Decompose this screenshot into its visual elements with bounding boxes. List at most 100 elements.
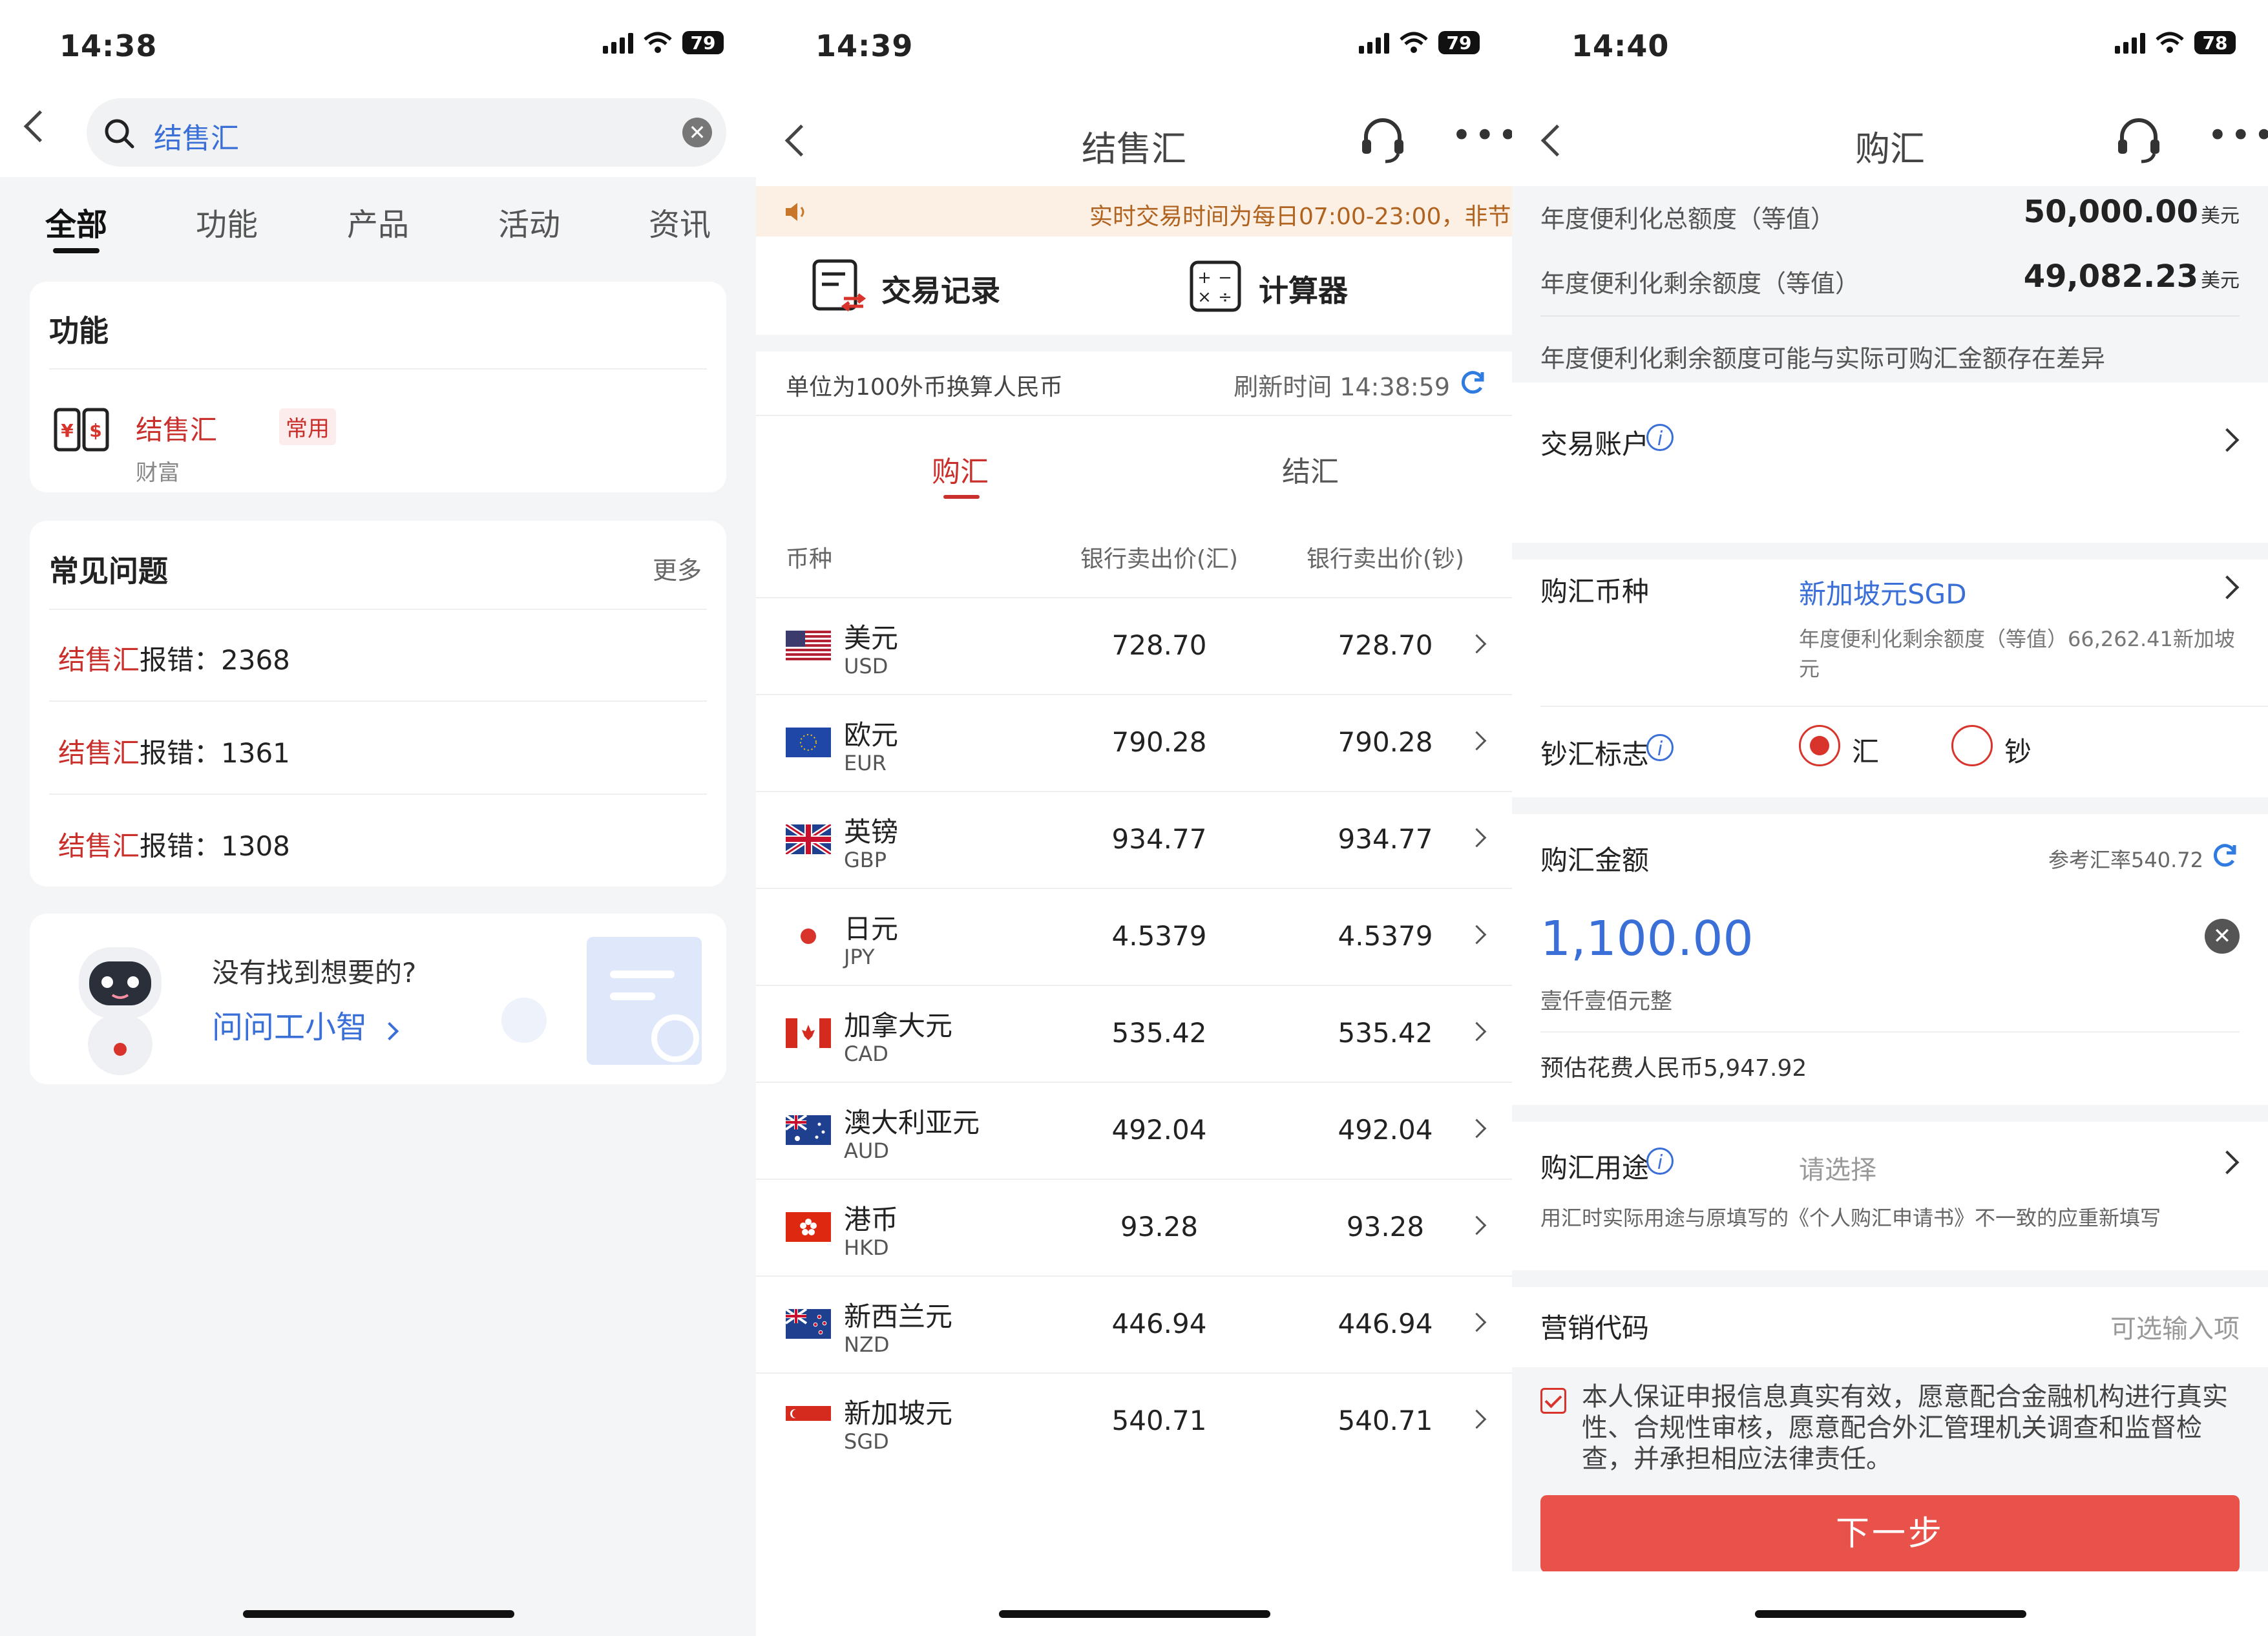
bottom-bar <box>1512 1571 2268 1636</box>
currency-label: 购汇币种 <box>1540 576 1650 607</box>
search-input[interactable]: 结售汇 <box>154 115 239 156</box>
cash-sell-rate: 446.94 <box>1338 1308 1433 1339</box>
signal-icon <box>2115 32 2145 54</box>
amount-input[interactable]: 1,100.00 <box>1540 911 1754 967</box>
divider <box>756 791 1512 792</box>
purpose-row[interactable]: 购汇用途 i 请选择 用汇时实际用途与原填写的《个人购汇申请书》不一致的应重新填… <box>1512 1122 2268 1270</box>
currency-code: EUR <box>844 751 887 775</box>
info-icon[interactable]: i <box>1646 424 1674 451</box>
home-indicator <box>1755 1610 2026 1618</box>
customer-service-icon[interactable] <box>1357 114 1409 165</box>
info-icon[interactable]: i <box>1646 1148 1674 1175</box>
back-button[interactable] <box>23 110 56 143</box>
radio-cash[interactable]: 钞 <box>1951 725 2081 770</box>
decor-bubble <box>501 998 547 1043</box>
clear-amount-icon[interactable]: ✕ <box>2205 919 2240 954</box>
cash-sell-rate: 93.28 <box>1346 1211 1425 1243</box>
calculator-button[interactable]: + − × ÷ 计算器 <box>1188 253 1420 318</box>
records-label: 交易记录 <box>881 273 1000 308</box>
currency-row[interactable]: 购汇币种 新加坡元SGD 年度便利化剩余额度（等值）66,262.41新加坡元 <box>1512 560 2268 706</box>
notice-bar: 实时交易时间为每日07:00-23:00，非节 <box>756 186 1512 236</box>
tab-products[interactable]: 产品 <box>347 199 409 244</box>
aud-flag-icon <box>784 1114 831 1148</box>
search-icon <box>105 119 134 149</box>
purpose-label: 购汇用途 <box>1540 1152 1650 1184</box>
assistant-card[interactable]: 没有找到想要的? 问问工小智 <box>30 914 726 1084</box>
home-indicator <box>999 1610 1270 1618</box>
unit-note: 单位为100外币换算人民币 <box>786 374 1063 401</box>
tab-sell-fx[interactable]: 结汇 <box>1282 448 1339 490</box>
section-gap <box>1512 543 2268 560</box>
svg-text:−: − <box>1218 268 1232 288</box>
rate-row-aud[interactable]: 澳大利亚元 AUD 492.04 492.04 <box>756 1082 1512 1179</box>
faq-title: 常见问题 <box>49 554 168 589</box>
status-time: 14:39 <box>815 28 914 63</box>
tab-news[interactable]: 资讯 <box>649 199 711 244</box>
amount-label: 购汇金额 <box>1540 844 1650 876</box>
rate-row-eur[interactable]: 欧元 EUR 790.28 790.28 <box>756 694 1512 791</box>
info-icon[interactable]: i <box>1646 734 1674 761</box>
divider <box>756 694 1512 695</box>
rate-row-nzd[interactable]: 新西兰元 NZD 446.94 446.94 <box>756 1275 1512 1372</box>
tab-all[interactable]: 全部 <box>45 199 107 244</box>
gbp-flag-icon <box>784 822 833 857</box>
faq-item[interactable]: 结售汇报错：1308 <box>58 824 290 864</box>
customer-service-icon[interactable] <box>2113 114 2165 165</box>
section-gap <box>1512 797 2268 814</box>
assistant-link[interactable]: 问问工小智 <box>212 1002 399 1047</box>
fx-sell-rate: 790.28 <box>1111 726 1207 758</box>
faq-item[interactable]: 结售汇报错：1361 <box>58 731 290 771</box>
tab-functions[interactable]: 功能 <box>196 199 258 244</box>
currency-code: AUD <box>844 1138 889 1163</box>
status-icons: 78 <box>2115 31 2236 54</box>
divider <box>1540 315 2240 317</box>
home-indicator <box>243 1610 514 1618</box>
divider <box>49 368 707 370</box>
faq-item[interactable]: 结售汇报错：2368 <box>58 638 290 678</box>
rate-row-jpy[interactable]: 日元 JPY 4.5379 4.5379 <box>756 888 1512 985</box>
signal-icon <box>1359 32 1389 54</box>
more-options-icon[interactable]: ••• <box>1451 118 1512 153</box>
nzd-flag-icon <box>784 1308 831 1341</box>
battery-icon: 79 <box>1438 31 1480 54</box>
divider <box>756 415 1512 416</box>
currency-code: GBP <box>844 848 887 872</box>
svg-text:¥: ¥ <box>61 420 74 441</box>
chevron-right-icon <box>1467 1022 1487 1042</box>
rate-row-cad[interactable]: 加拿大元 CAD 535.42 535.42 <box>756 985 1512 1082</box>
next-button[interactable]: 下一步 <box>1540 1495 2240 1573</box>
rate-row-gbp[interactable]: 英镑 GBP 934.77 934.77 <box>756 791 1512 888</box>
rate-row-hkd[interactable]: 港币 HKD 93.28 93.28 <box>756 1179 1512 1275</box>
function-item-fx[interactable]: ¥ $ 结售汇 常用 财富 <box>49 380 707 486</box>
faq-more-link[interactable]: 更多 <box>653 551 702 586</box>
refresh-icon[interactable] <box>2211 841 2240 870</box>
clear-search-icon[interactable]: ✕ <box>682 118 712 147</box>
currency-code: NZD <box>844 1332 890 1357</box>
transaction-records-button[interactable]: 交易记录 <box>810 253 1056 318</box>
jpy-flag-icon <box>786 921 831 954</box>
cash-flag-label: 钞汇标志 <box>1540 739 1650 770</box>
cash-sell-rate: 540.71 <box>1338 1405 1433 1436</box>
marketing-code-input[interactable]: 可选输入项 <box>2110 1308 2240 1345</box>
faq-card: 常见问题 更多 结售汇报错：2368 结售汇报错：1361 结售汇报错：1308 <box>30 521 726 886</box>
rate-row-sgd[interactable]: 新加坡元 SGD 540.71 540.71 <box>756 1372 1512 1469</box>
account-row[interactable]: 交易账户 i <box>1512 397 2268 543</box>
search-bar[interactable]: 结售汇 ✕ <box>87 98 726 167</box>
more-options-icon[interactable]: ••• <box>2207 118 2268 153</box>
refresh-icon[interactable] <box>1459 368 1487 397</box>
marketing-code-row[interactable]: 营销代码 可选输入项 <box>1512 1287 2268 1367</box>
agree-checkbox[interactable] <box>1540 1388 1566 1414</box>
divider <box>49 700 707 702</box>
signal-icon <box>603 32 633 54</box>
refresh-time: 刷新时间 14:38:59 <box>1234 373 1450 401</box>
fx-sell-rate: 492.04 <box>1111 1114 1207 1146</box>
purpose-select[interactable]: 请选择 <box>1799 1149 1876 1186</box>
amount-in-words: 壹仟壹佰元整 <box>1540 989 1672 1014</box>
tab-activities[interactable]: 活动 <box>498 199 560 244</box>
rate-row-usd[interactable]: 美元 USD 728.70 728.70 <box>756 597 1512 694</box>
tab-buy-fx[interactable]: 购汇 <box>932 448 989 490</box>
section-gap <box>1512 1105 2268 1122</box>
col-header-fx-rate: 银行卖出价(汇) <box>1080 546 1239 572</box>
function-card: 功能 ¥ $ 结售汇 常用 财富 <box>30 282 726 492</box>
fx-exchange-icon: ¥ $ <box>54 408 109 452</box>
